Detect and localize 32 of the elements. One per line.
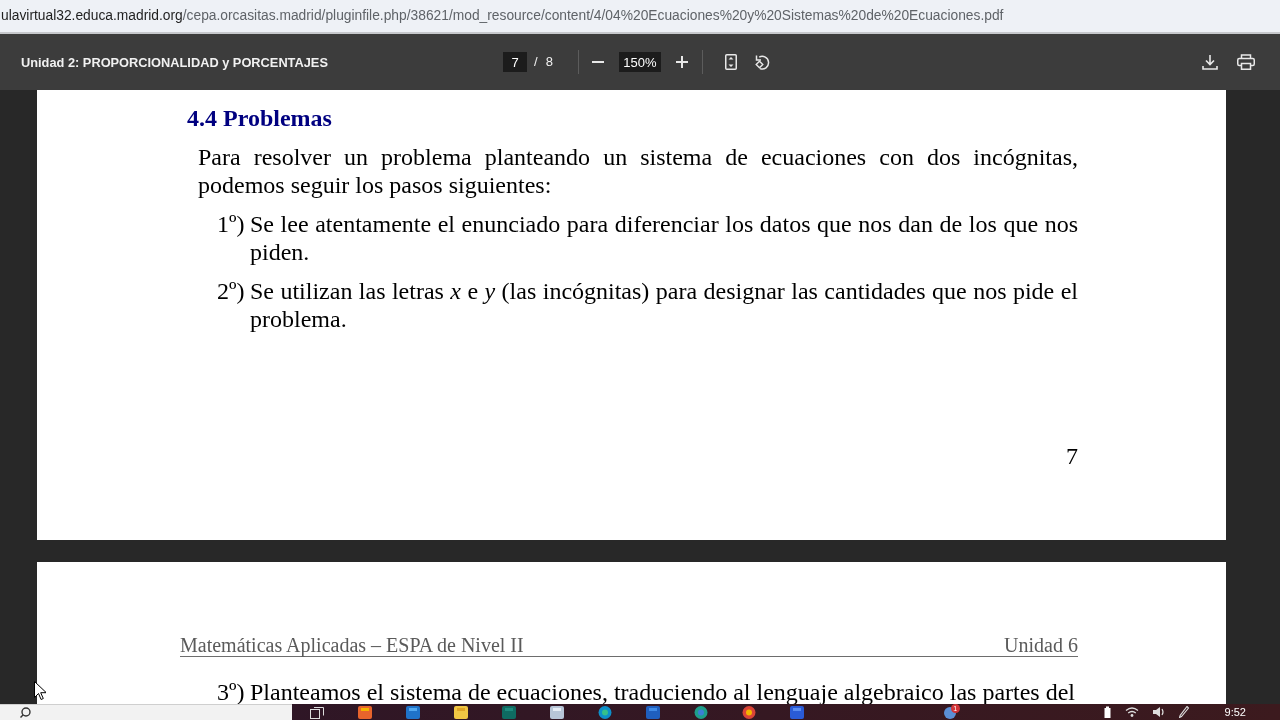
running-header: Unidad 6 — [1004, 634, 1078, 656]
paragraph: Para resolver un problema planteando un sistema de ecuaciones con dos incógnitas, podemos seguir los pasos siguientes: — [198, 143, 1078, 199]
step-text: Se utilizan las letras x e y (las incógnitas) para designar las cantidades que nos pide el problema. — [250, 277, 1078, 333]
pen-icon[interactable] — [1178, 706, 1189, 718]
running-header: Matemáticas Aplicadas – ESPA de Nivel II — [180, 634, 524, 656]
wifi-icon[interactable] — [1124, 706, 1139, 717]
step-number: 1º) — [217, 210, 246, 239]
page-separator: / — [534, 53, 538, 72]
section-heading: 4.4 Problemas — [187, 104, 332, 132]
app-icon[interactable] — [742, 706, 756, 719]
battery-icon[interactable] — [1103, 706, 1111, 718]
taskbar-search-field[interactable] — [0, 704, 292, 720]
document-title: Unidad 2: PROPORCIONALIDAD y PORCENTAJES — [20, 55, 328, 70]
fit-page-icon — [724, 54, 737, 70]
page-number: 7 — [1066, 442, 1078, 470]
step-number: 2º) — [217, 277, 246, 306]
minus-icon — [591, 61, 604, 63]
page-count: 8 — [545, 53, 553, 72]
page-number-field[interactable]: 7 — [503, 52, 528, 72]
plus-icon — [675, 56, 688, 68]
clock-time[interactable]: 9:52 — [1224, 706, 1246, 718]
speaker-icon[interactable] — [1152, 706, 1165, 718]
app-icon[interactable] — [598, 706, 612, 719]
search-icon — [20, 707, 31, 718]
app-icon[interactable] — [694, 706, 708, 719]
download-icon — [1202, 54, 1218, 70]
zoom-field[interactable]: 150% — [618, 52, 661, 72]
task-view-icon[interactable] — [310, 706, 324, 719]
rotate-icon — [754, 54, 771, 70]
step-text: Se lee atentamente el enunciado para diferenciar los datos que nos dan de los que nos piden. — [250, 210, 1078, 266]
print-icon — [1237, 54, 1255, 70]
app-icon[interactable] — [943, 707, 956, 719]
